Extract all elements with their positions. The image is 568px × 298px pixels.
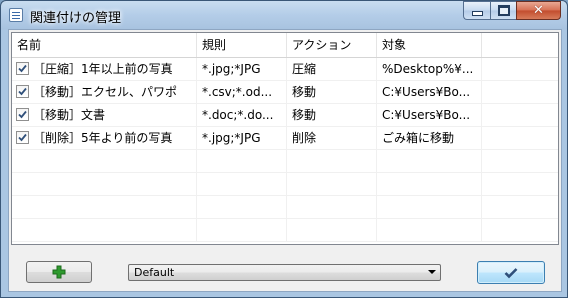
table-row[interactable]: ［削除］5年より前の写真 *.jpg;*JPG 削除 ごみ箱に移動 <box>12 127 558 150</box>
close-x-icon: ✕ <box>533 3 544 18</box>
rule-pattern: *.doc;*.do... <box>197 104 287 126</box>
enabled-checkbox[interactable] <box>16 131 29 144</box>
maximize-icon <box>497 5 510 16</box>
list-window-icon <box>9 8 23 22</box>
rule-action: 移動 <box>287 81 377 103</box>
window-title: 関連付けの管理 <box>30 11 122 26</box>
empty-row <box>12 196 558 219</box>
list-rows: ［圧縮］1年以上前の写真 *.jpg;*JPG 圧縮 %Desktop%¥...… <box>12 58 558 242</box>
checkmark-icon <box>18 64 27 73</box>
row-filler <box>482 127 558 149</box>
checkmark-icon <box>504 267 518 278</box>
empty-row <box>12 173 558 196</box>
rule-pattern: *.csv;*.od... <box>197 81 287 103</box>
name-cell: ［圧縮］1年以上前の写真 <box>12 58 197 80</box>
rule-target: %Desktop%¥... <box>377 58 482 80</box>
ok-button[interactable] <box>477 261 545 284</box>
rule-name: ［圧縮］1年以上前の写真 <box>33 62 173 76</box>
manage-associations-window: 関連付けの管理 ✕ 名前 規則 アクション 対象 ［圧縮］1年以上前の写真 *.… <box>0 0 568 298</box>
rule-action: 移動 <box>287 104 377 126</box>
enabled-checkbox[interactable] <box>16 62 29 75</box>
empty-row <box>12 150 558 173</box>
checkmark-icon <box>18 87 27 96</box>
table-row[interactable]: ［圧縮］1年以上前の写真 *.jpg;*JPG 圧縮 %Desktop%¥... <box>12 58 558 81</box>
name-cell: ［削除］5年より前の写真 <box>12 127 197 149</box>
title-bar[interactable]: 関連付けの管理 ✕ <box>1 1 567 29</box>
enabled-checkbox[interactable] <box>16 108 29 121</box>
profile-select-value: Default <box>134 266 175 279</box>
name-cell: ［移動］文書 <box>12 104 197 126</box>
green-plus-icon <box>52 265 66 279</box>
checkmark-icon <box>18 133 27 142</box>
empty-row <box>12 219 558 242</box>
rule-pattern: *.jpg;*JPG <box>197 58 287 80</box>
association-list[interactable]: 名前 規則 アクション 対象 ［圧縮］1年以上前の写真 *.jpg;*JPG 圧… <box>11 32 559 245</box>
minimize-button[interactable] <box>463 1 490 20</box>
rule-target: C:¥Users¥Bo... <box>377 81 482 103</box>
list-header: 名前 規則 アクション 対象 <box>12 33 558 58</box>
chevron-down-icon <box>428 270 436 274</box>
rule-action: 削除 <box>287 127 377 149</box>
name-cell: ［移動］エクセル、パワポ <box>12 81 197 103</box>
dialog-body: 名前 規則 アクション 対象 ［圧縮］1年以上前の写真 *.jpg;*JPG 圧… <box>8 29 562 292</box>
rule-name: ［削除］5年より前の写真 <box>33 131 173 145</box>
minimize-icon <box>471 11 483 16</box>
enabled-checkbox[interactable] <box>16 85 29 98</box>
checkmark-icon <box>18 110 27 119</box>
row-filler <box>482 104 558 126</box>
add-rule-button[interactable] <box>26 261 92 283</box>
maximize-button[interactable] <box>490 1 516 20</box>
column-header-filler <box>482 33 558 57</box>
rule-target: C:¥Users¥Bo... <box>377 104 482 126</box>
column-header-rule[interactable]: 規則 <box>197 33 287 57</box>
profile-select[interactable]: Default <box>128 264 441 281</box>
row-filler <box>482 58 558 80</box>
table-row[interactable]: ［移動］エクセル、パワポ *.csv;*.od... 移動 C:¥Users¥B… <box>12 81 558 104</box>
rule-target: ごみ箱に移動 <box>377 127 482 149</box>
column-header-target[interactable]: 対象 <box>377 33 482 57</box>
rule-name: ［移動］文書 <box>33 108 106 122</box>
rule-action: 圧縮 <box>287 58 377 80</box>
button-bar: Default <box>9 254 561 291</box>
close-button[interactable]: ✕ <box>516 1 561 20</box>
rule-name: ［移動］エクセル、パワポ <box>33 85 178 99</box>
column-header-name[interactable]: 名前 <box>12 33 197 57</box>
window-controls: ✕ <box>463 1 561 20</box>
column-header-action[interactable]: アクション <box>287 33 377 57</box>
table-row[interactable]: ［移動］文書 *.doc;*.do... 移動 C:¥Users¥Bo... <box>12 104 558 127</box>
row-filler <box>482 81 558 103</box>
rule-pattern: *.jpg;*JPG <box>197 127 287 149</box>
